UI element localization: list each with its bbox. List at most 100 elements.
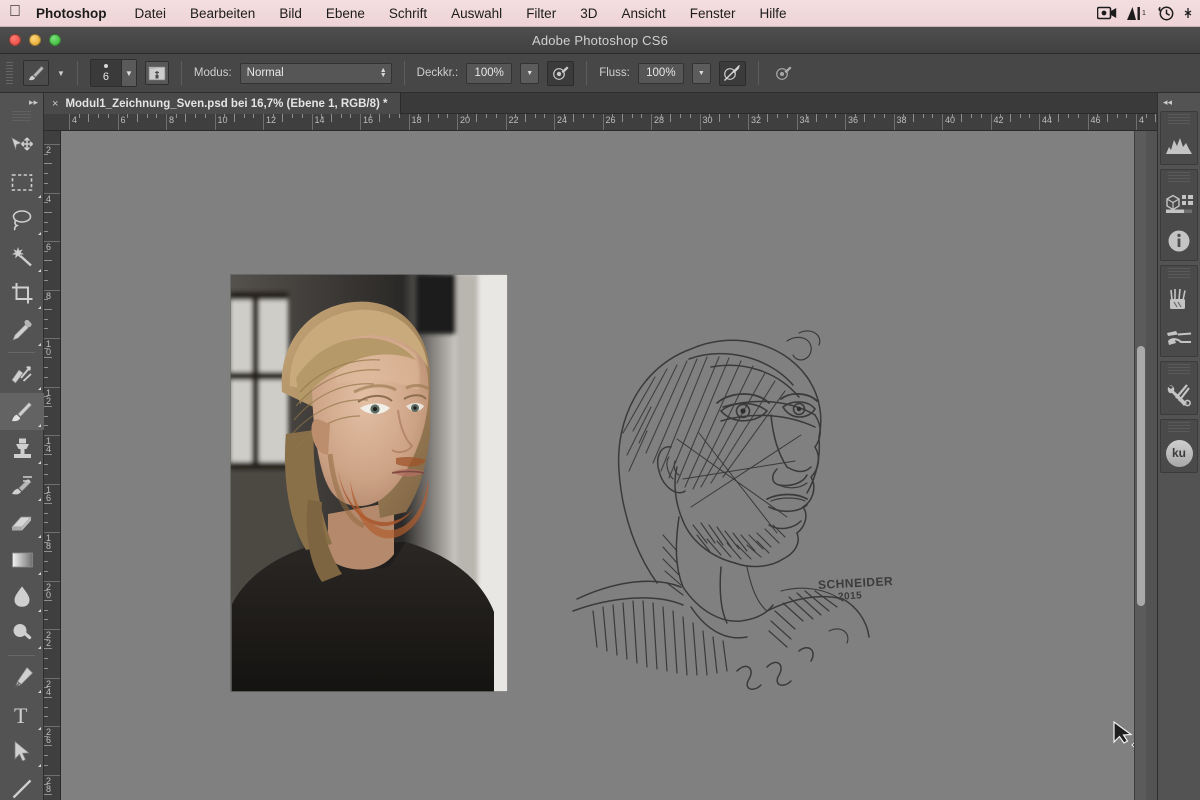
- info-panel-button[interactable]: [1161, 222, 1197, 260]
- tool-path-selection[interactable]: [0, 733, 44, 770]
- brush-size-dropdown-arrow[interactable]: ▼: [120, 60, 136, 86]
- menu-3d[interactable]: 3D: [568, 0, 609, 27]
- menu-bearbeiten[interactable]: Bearbeiten: [178, 0, 267, 27]
- ruler-minor-tick: [44, 173, 48, 175]
- ruler-minor-tick: [534, 114, 536, 118]
- scrollbar-thumb[interactable]: [1137, 346, 1145, 606]
- airbrush-icon[interactable]: [718, 60, 746, 86]
- ruler-minor-tick: [44, 648, 52, 650]
- tool-history-brush[interactable]: [0, 467, 44, 504]
- screen-recording-icon[interactable]: [1097, 6, 1117, 20]
- menu-fenster[interactable]: Fenster: [678, 0, 748, 27]
- ruler-minor-tick: [44, 512, 48, 514]
- tool-eraser[interactable]: [0, 504, 44, 541]
- menu-auswahl[interactable]: Auswahl: [439, 0, 514, 27]
- apple-logo-icon[interactable]: : [0, 4, 30, 22]
- dock-grip[interactable]: [1168, 364, 1190, 375]
- flow-dropdown-arrow[interactable]: ▼: [691, 62, 711, 84]
- tool-crop[interactable]: [0, 275, 44, 312]
- histogram-panel-button[interactable]: [1161, 126, 1197, 164]
- tool-type[interactable]: T: [0, 696, 44, 733]
- ruler-minor-tick: [1009, 114, 1011, 122]
- time-machine-icon[interactable]: [1157, 5, 1175, 21]
- tool-marquee[interactable]: [0, 164, 44, 201]
- pressure-size-icon[interactable]: [771, 61, 798, 86]
- properties-panel-button[interactable]: [1161, 184, 1197, 222]
- tool-move[interactable]: [0, 127, 44, 164]
- brush-panel-toggle[interactable]: [144, 61, 169, 85]
- options-divider-3: [403, 61, 405, 85]
- brush-presets-panel-button[interactable]: [1161, 318, 1197, 356]
- tool-brush[interactable]: [0, 393, 44, 430]
- alt-input-icon[interactable]: 1: [1126, 6, 1148, 21]
- tool-pen[interactable]: [0, 659, 44, 696]
- tool-clone-stamp[interactable]: [0, 430, 44, 467]
- ruler-label: 32: [751, 115, 762, 125]
- ruler-minor-tick: [44, 599, 52, 601]
- ruler-minor-tick: [204, 114, 206, 118]
- tool-magic-wand[interactable]: [0, 238, 44, 275]
- dock-grip[interactable]: [1168, 172, 1190, 183]
- user-avatar[interactable]: ku: [1161, 434, 1197, 472]
- ruler-minor-tick: [932, 114, 934, 118]
- canvas-area[interactable]: SCHNEIDER 2015: [61, 131, 1146, 800]
- tool-expand-corner: [38, 387, 41, 390]
- tool-dodge[interactable]: [0, 615, 44, 652]
- brush-size-picker[interactable]: 6 ▼: [89, 59, 137, 87]
- menu-filter[interactable]: Filter: [514, 0, 568, 27]
- tool-presets-panel-button[interactable]: [1161, 376, 1197, 414]
- opacity-input[interactable]: 100%: [466, 62, 513, 84]
- menu-extra-icon[interactable]: [1184, 7, 1192, 19]
- menu-bar-status-area: 1: [1097, 5, 1200, 21]
- brush-size-value: 6: [102, 70, 109, 83]
- tool-expand-corner: [38, 232, 41, 235]
- opacity-dropdown-arrow[interactable]: ▼: [520, 62, 540, 84]
- ruler-minor-tick: [961, 114, 963, 122]
- tool-gradient[interactable]: [0, 541, 44, 578]
- ruler-minor-tick: [44, 425, 48, 427]
- options-bar-grip[interactable]: [6, 62, 13, 84]
- tool-line[interactable]: [0, 770, 44, 800]
- menu-hilfe[interactable]: Hilfe: [748, 0, 799, 27]
- ruler-minor-tick: [44, 260, 52, 262]
- tool-expand-corner: [38, 343, 41, 346]
- ruler-minor-tick: [631, 114, 633, 118]
- ruler-label: 30: [702, 115, 713, 125]
- document-tab[interactable]: × Modul1_Zeichnung_Sven.psd bei 16,7% (E…: [44, 93, 401, 114]
- brush-panel-button[interactable]: [1161, 280, 1197, 318]
- menu-datei[interactable]: Datei: [123, 0, 179, 27]
- dock-group-account: ku: [1160, 419, 1198, 473]
- close-icon[interactable]: ×: [52, 98, 58, 110]
- portrait-photo-layer[interactable]: [230, 274, 508, 692]
- ruler-minor-tick: [835, 114, 837, 118]
- tool-healing-brush[interactable]: [0, 356, 44, 393]
- ruler-minor-tick: [44, 231, 48, 233]
- menu-photoshop[interactable]: Photoshop: [30, 0, 123, 27]
- dock-collapse-icon[interactable]: ◂◂: [1158, 93, 1200, 111]
- ruler-minor-tick: [980, 114, 982, 118]
- ruler-minor-tick: [1019, 114, 1021, 118]
- dock-grip[interactable]: [1168, 114, 1190, 125]
- pencil-sketch-layer[interactable]: [571, 311, 901, 711]
- menu-schrift[interactable]: Schrift: [377, 0, 439, 27]
- brush-tool-icon[interactable]: [23, 60, 49, 86]
- menu-ebene[interactable]: Ebene: [314, 0, 377, 27]
- toolbox-grip[interactable]: [12, 111, 31, 123]
- canvas-vertical-scrollbar[interactable]: [1134, 131, 1146, 800]
- pressure-opacity-icon[interactable]: [547, 60, 575, 86]
- ruler-label: 40: [945, 115, 956, 125]
- ruler-minor-tick: [437, 114, 439, 118]
- dock-grip[interactable]: [1168, 268, 1190, 279]
- menu-bild[interactable]: Bild: [267, 0, 314, 27]
- brush-preset-dropdown-arrow[interactable]: ▼: [57, 69, 65, 78]
- flow-input[interactable]: 100%: [637, 62, 684, 84]
- ruler-minor-tick: [330, 114, 332, 122]
- ruler-label: 12: [266, 115, 277, 125]
- tool-eyedropper[interactable]: [0, 312, 44, 349]
- toolbox-collapse-icon[interactable]: ▸▸: [0, 93, 43, 111]
- tool-lasso[interactable]: [0, 201, 44, 238]
- blend-mode-select[interactable]: Normal ▲ ▼: [239, 62, 392, 84]
- dock-grip[interactable]: [1168, 422, 1190, 433]
- tool-blur[interactable]: [0, 578, 44, 615]
- menu-ansicht[interactable]: Ansicht: [609, 0, 677, 27]
